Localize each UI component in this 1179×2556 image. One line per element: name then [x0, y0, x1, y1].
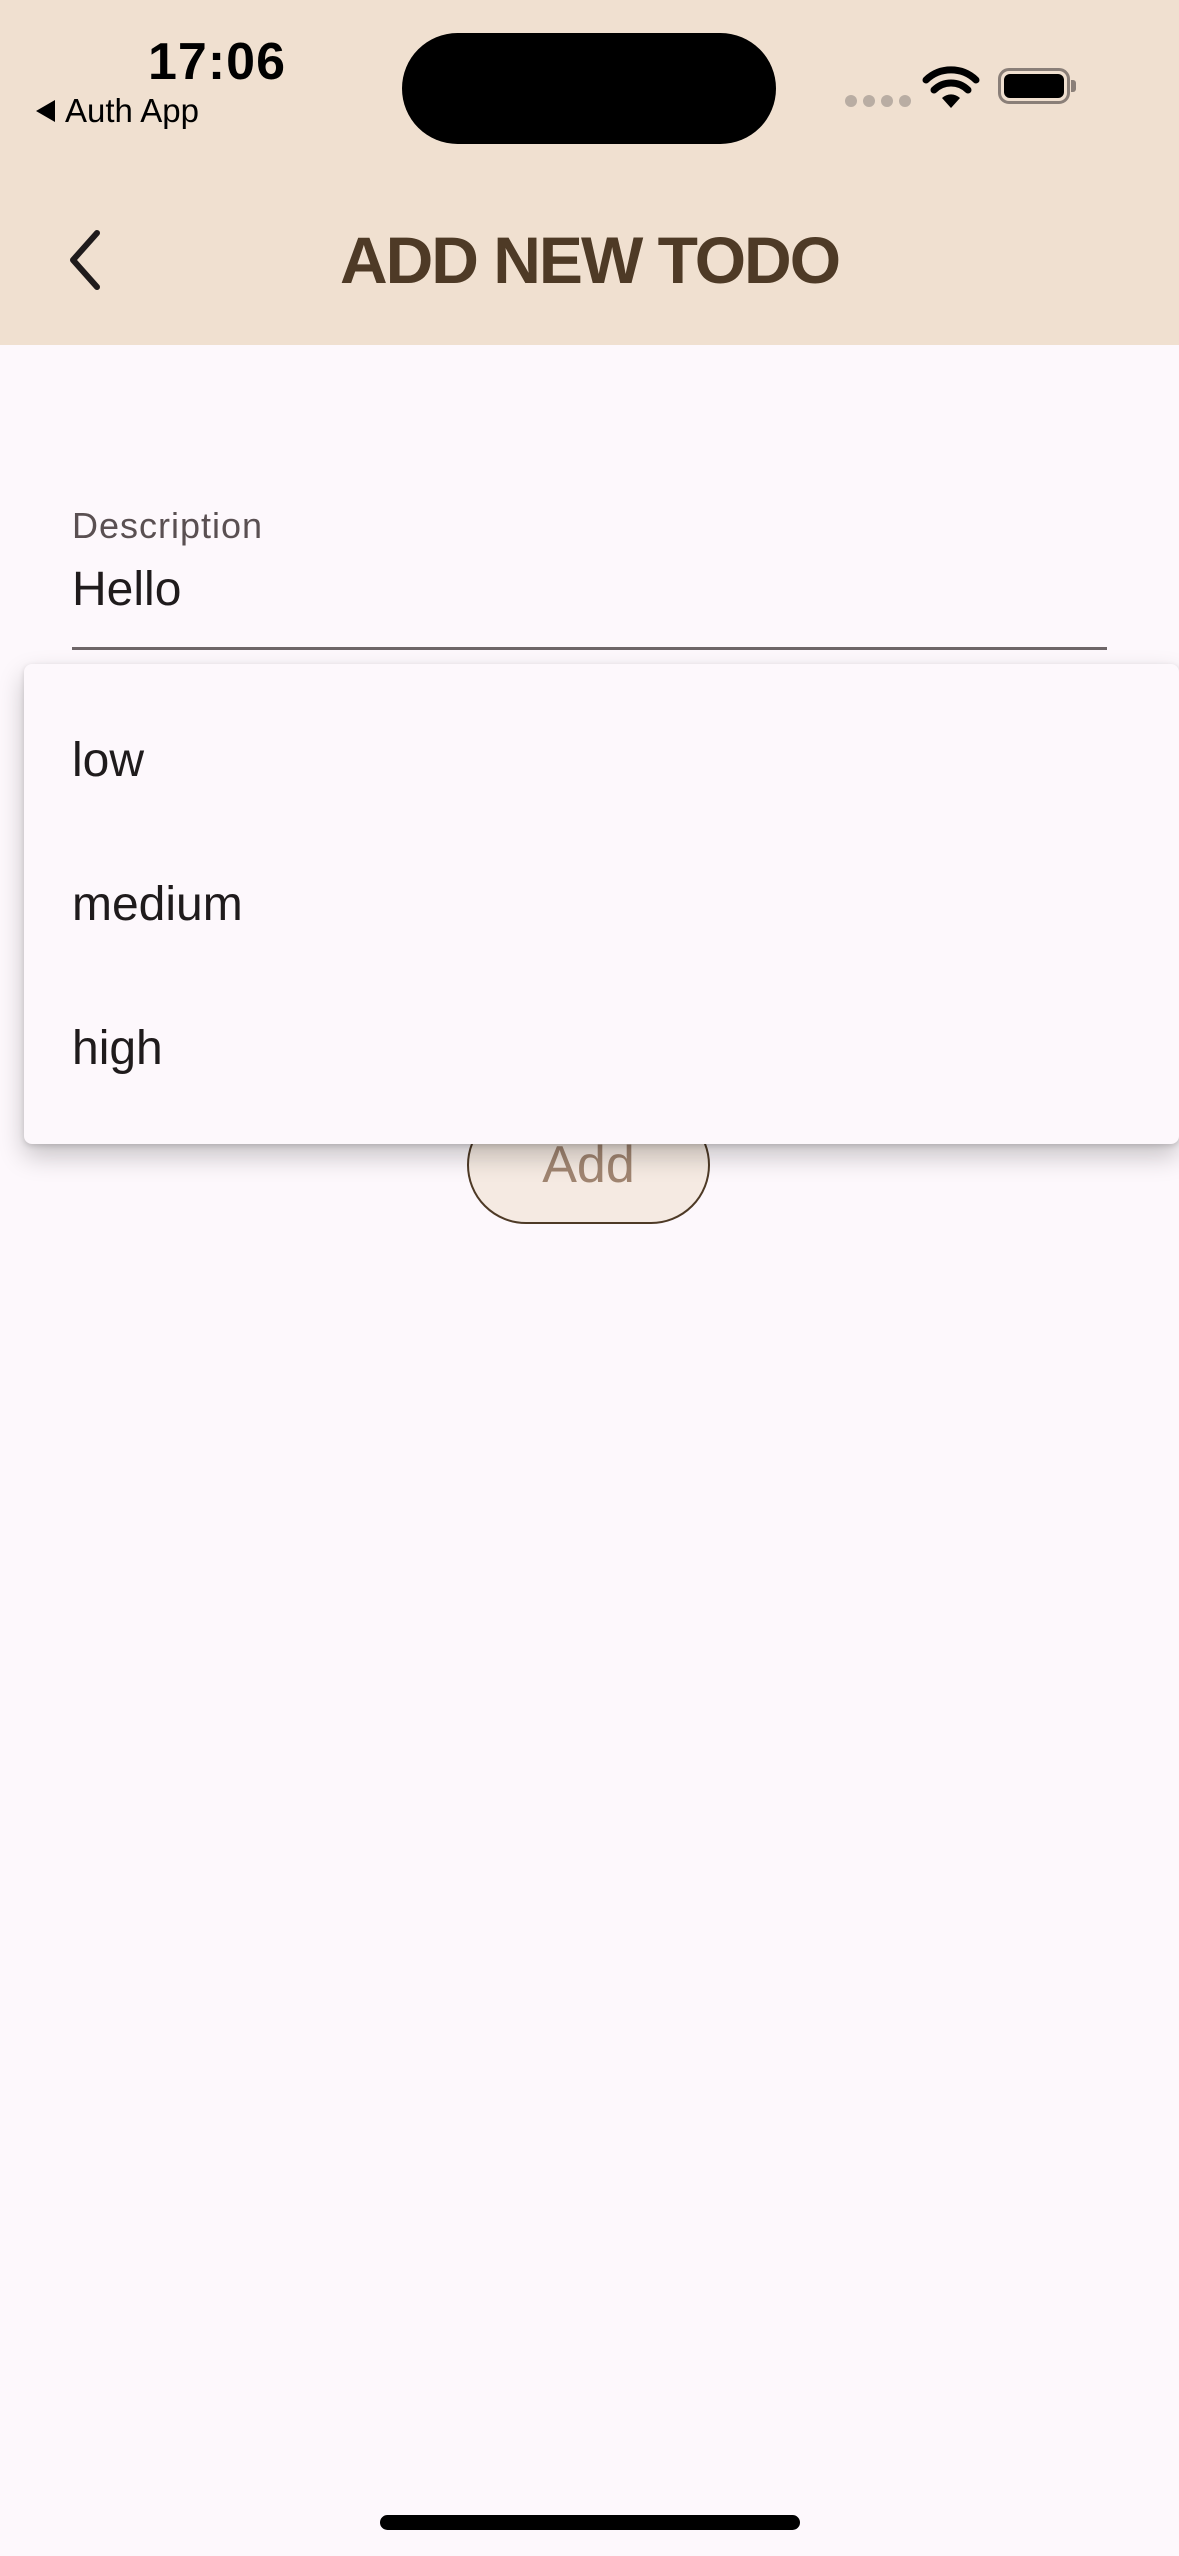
cellular-signal-icon: [845, 95, 911, 107]
dropdown-option-medium[interactable]: medium: [24, 832, 1179, 976]
page-title: ADD NEW TODO: [339, 223, 841, 297]
description-input[interactable]: Hello: [72, 562, 181, 617]
home-indicator[interactable]: [380, 2515, 800, 2530]
app-header: 17:06 Auth App ADD NEW TODO: [0, 0, 1179, 345]
priority-dropdown-menu: low medium high: [24, 664, 1179, 1144]
wifi-icon: [922, 66, 980, 108]
dynamic-island: [402, 33, 776, 144]
dropdown-option-high[interactable]: high: [24, 976, 1179, 1120]
status-time: 17:06: [148, 33, 286, 91]
status-back-to-app[interactable]: Auth App: [36, 92, 199, 130]
description-label: Description: [72, 505, 264, 546]
status-back-label: Auth App: [65, 92, 199, 129]
dropdown-option-low[interactable]: low: [24, 688, 1179, 832]
description-underline: [72, 647, 1107, 650]
back-triangle-icon: [36, 100, 55, 122]
battery-icon: [998, 68, 1076, 104]
